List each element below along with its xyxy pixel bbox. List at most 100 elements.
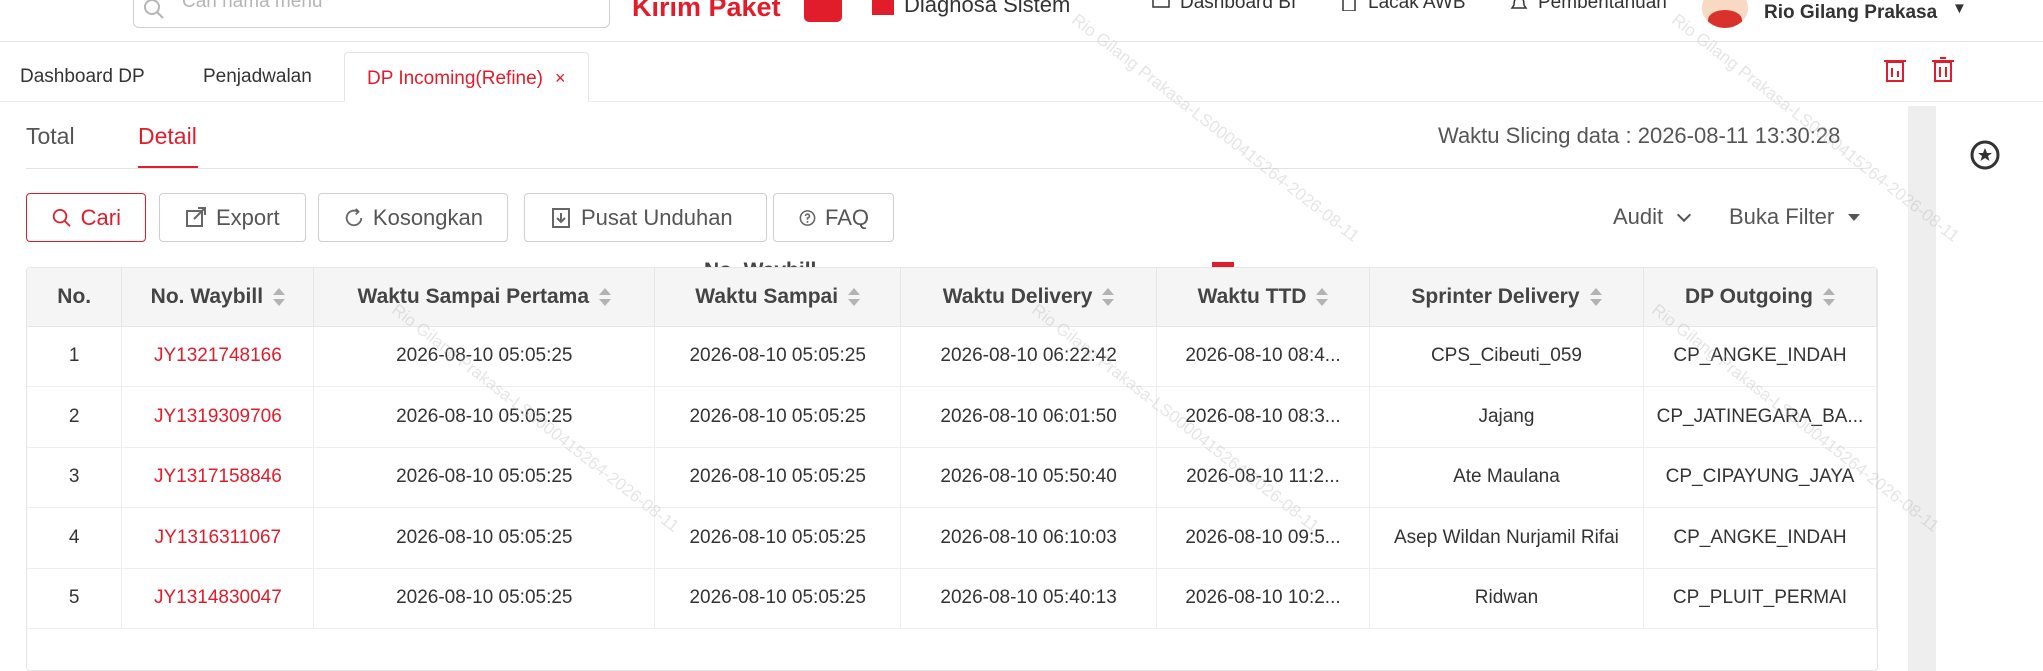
cell-delivery: 2026-08-10 06:10:03: [900, 507, 1158, 569]
table-row[interactable]: 3 JY1317158846 2026-08-10 05:05:25 2026-…: [27, 447, 1877, 508]
brand-title[interactable]: Kirim Paket: [632, 0, 781, 23]
tab-dashboard-dp[interactable]: Dashboard DP: [20, 52, 145, 102]
clear-button-label: Kosongkan: [372, 204, 483, 230]
nav-lacak-awb[interactable]: Lacak AWB: [1340, 0, 1466, 14]
cell-delivery: 2026-08-10 06:01:50: [900, 386, 1158, 448]
cell-ttd: 2026-08-10 08:3...: [1156, 386, 1370, 448]
subtab-detail[interactable]: Detail: [138, 123, 197, 150]
nav-diagnosa-sistem[interactable]: Diagnosa Sistem: [872, 0, 1070, 18]
table-row[interactable]: 1 JY1321748166 2026-08-10 05:05:25 2026-…: [27, 326, 1877, 387]
table-header-row: No. No. Waybill Waktu Sampai Pertama Wak…: [27, 268, 1877, 327]
table-row[interactable]: 2 JY1319309706 2026-08-10 05:05:25 2026-…: [27, 386, 1877, 448]
cell-no: 2: [27, 386, 123, 448]
table-row[interactable]: 5 JY1314830047 2026-08-10 05:05:25 2026-…: [27, 568, 1877, 629]
subtab-total[interactable]: Total: [26, 123, 75, 150]
cell-sprinter: CPS_Cibeuti_059: [1369, 326, 1644, 387]
table-row[interactable]: 4 JY1316311067 2026-08-10 05:05:25 2026-…: [27, 507, 1877, 569]
qr-icon[interactable]: [804, 0, 842, 22]
slicing-time: Waktu Slicing data : 2026-08-11 13:30:28: [1438, 123, 1841, 148]
header-label: DP Outgoing: [1685, 284, 1813, 308]
faq-button-label: FAQ: [824, 204, 869, 230]
nav-label: Dashboard BI: [1180, 0, 1297, 13]
menu-search[interactable]: Cari nama menu: [133, 0, 610, 28]
nav-pemberitahuan[interactable]: Pemberitahuan: [1510, 0, 1667, 14]
close-icon[interactable]: ×: [555, 68, 566, 88]
assistant-icon[interactable]: [1968, 138, 2002, 172]
vertical-scrollbar[interactable]: [1908, 106, 1936, 671]
cell-ttd: 2026-08-10 10:2...: [1156, 568, 1370, 629]
col-sprinter[interactable]: Sprinter Delivery: [1369, 268, 1644, 327]
tab-penjadwalan[interactable]: Penjadwalan: [203, 52, 312, 102]
cell-first-arrival: 2026-08-10 05:05:25: [313, 447, 656, 508]
right-rail: [1908, 106, 2043, 671]
waybill-link[interactable]: JY1317158846: [121, 447, 315, 508]
cell-no: 5: [27, 568, 123, 629]
detail-table: No. No. Waybill Waktu Sampai Pertama Wak…: [26, 267, 1878, 671]
sort-icon[interactable]: [848, 287, 861, 307]
trash-icon[interactable]: [1930, 56, 1956, 84]
cell-no: 4: [27, 507, 123, 569]
col-no[interactable]: No.: [27, 268, 123, 327]
cell-no: 1: [27, 326, 123, 387]
cell-sprinter: Ate Maulana: [1369, 447, 1644, 508]
cell-first-arrival: 2026-08-10 05:05:25: [313, 568, 656, 629]
download-center-button[interactable]: Pusat Unduhan: [524, 193, 767, 242]
nav-label: Lacak AWB: [1368, 0, 1466, 13]
cell-arrival: 2026-08-10 05:05:25: [654, 326, 902, 387]
user-name[interactable]: Rio Gilang Prakasa: [1764, 2, 1937, 24]
top-bar: Cari nama menu Kirim Paket Diagnosa Sist…: [0, 0, 2043, 42]
waybill-link[interactable]: JY1316311067: [121, 507, 315, 569]
search-icon: [52, 208, 71, 227]
waybill-link[interactable]: JY1314830047: [121, 568, 315, 629]
chevron-down-icon: [1677, 207, 1692, 223]
header-label: Waktu TTD: [1197, 284, 1307, 308]
cell-arrival: 2026-08-10 05:05:25: [654, 568, 902, 629]
open-filter-dropdown[interactable]: Buka Filter: [1729, 204, 1861, 230]
cell-ttd: 2026-08-10 11:2...: [1156, 447, 1370, 508]
cell-sprinter: Jajang: [1369, 386, 1644, 448]
nav-label: Diagnosa Sistem: [904, 0, 1071, 17]
sort-icon[interactable]: [1589, 287, 1602, 307]
col-waybill[interactable]: No. Waybill: [121, 268, 315, 327]
header-label: Waktu Sampai Pertama: [357, 284, 590, 308]
waybill-link[interactable]: JY1321748166: [121, 326, 315, 387]
search-button[interactable]: Cari: [26, 193, 146, 242]
cell-ttd: 2026-08-10 09:5...: [1156, 507, 1370, 569]
nav-dashboard-bi[interactable]: Dashboard BI: [1152, 0, 1296, 14]
tab-dp-incoming-refine[interactable]: DP Incoming(Refine) ×: [344, 52, 589, 102]
cell-no: 3: [27, 447, 123, 508]
diagnosis-icon: [872, 0, 894, 16]
clear-button[interactable]: Kosongkan: [318, 193, 508, 242]
tab-label: DP Incoming(Refine): [367, 68, 544, 89]
search-button-label: Cari: [80, 204, 121, 230]
cell-sprinter: Asep Wildan Nurjamil Rifai: [1369, 507, 1644, 569]
audit-dropdown[interactable]: Audit: [1613, 204, 1692, 230]
cell-first-arrival: 2026-08-10 05:05:25: [313, 386, 656, 448]
export-button[interactable]: Export: [159, 193, 306, 242]
col-ttd-time[interactable]: Waktu TTD: [1156, 268, 1370, 327]
search-icon: [144, 0, 164, 19]
col-arrival[interactable]: Waktu Sampai: [654, 268, 902, 327]
cell-dp-outgoing: CP_JATINEGARA_BA...: [1643, 386, 1877, 448]
waybill-link[interactable]: JY1319309706: [121, 386, 315, 448]
avatar[interactable]: [1702, 0, 1748, 28]
header-label: Sprinter Delivery: [1411, 284, 1580, 308]
sort-icon[interactable]: [1822, 287, 1835, 307]
chevron-down-icon[interactable]: ▼: [1952, 0, 1967, 17]
faq-button[interactable]: FAQ: [773, 193, 894, 242]
col-delivery-time[interactable]: Waktu Delivery: [900, 268, 1158, 327]
download-center-label: Pusat Unduhan: [581, 204, 733, 230]
col-dp-outgoing[interactable]: DP Outgoing: [1643, 268, 1877, 327]
col-first-arrival[interactable]: Waktu Sampai Pertama: [313, 268, 656, 327]
help-icon: [799, 209, 816, 226]
sort-icon[interactable]: [1102, 287, 1115, 307]
header-label: No.: [57, 284, 92, 308]
cell-sprinter: Ridwan: [1369, 568, 1644, 629]
sort-icon[interactable]: [599, 287, 612, 307]
document-icon: [1342, 0, 1356, 11]
chart-delete-icon[interactable]: [1882, 56, 1908, 84]
page-tabs: Dashboard DP Penjadwalan DP Incoming(Ref…: [0, 42, 2043, 102]
sort-icon[interactable]: [1316, 287, 1329, 307]
sort-icon[interactable]: [273, 287, 286, 307]
cell-first-arrival: 2026-08-10 05:05:25: [313, 326, 656, 387]
